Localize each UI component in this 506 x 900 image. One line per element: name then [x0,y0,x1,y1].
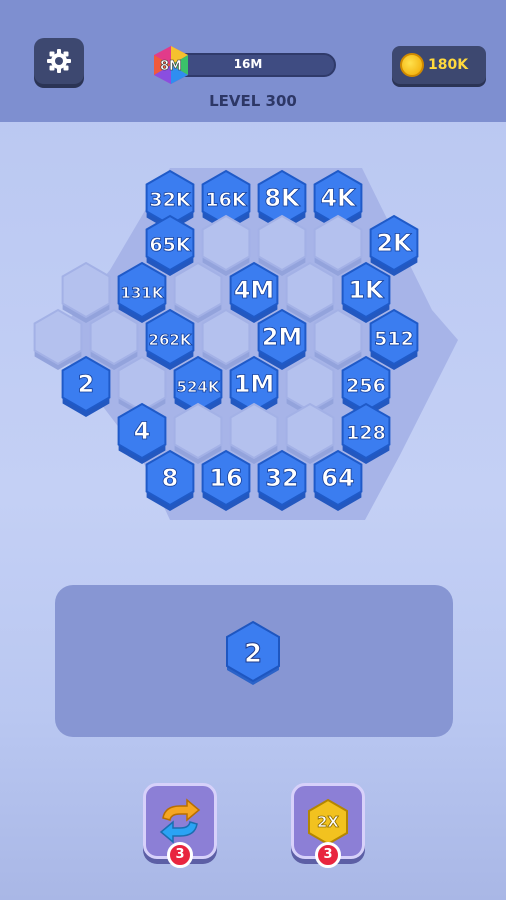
hex-tile-value: 65K [149,234,191,256]
hex-tile-value: 4M [234,276,275,304]
swap-booster-count: 3 [167,842,193,868]
hex-tile-value: 131K [121,284,165,302]
hex-tile-value: 128 [346,422,386,444]
hex-tile-value: 512 [374,328,414,350]
swap-booster-button[interactable]: 3 [143,783,217,868]
hex-tile-value: 32K [149,189,191,211]
double-booster-button[interactable]: 2X 3 [291,783,365,868]
hex-tile-value: 262K [149,331,193,349]
hex-tile[interactable]: 2 [61,355,111,417]
hex-tile-value: 16 [209,464,242,492]
double-hex-icon: 2X [308,798,348,846]
hex-tile-value: 32 [265,464,298,492]
hex-tile-value: 16K [205,189,247,211]
hex-tile-value: 1M [234,370,275,398]
hex-tile-value: 64 [321,464,354,492]
next-tile[interactable]: 2 [222,620,284,690]
hex-tile-value: 4K [320,184,357,212]
hex-tile-value: 524K [177,378,221,396]
hex-tile-value: 256 [346,375,386,397]
hex-tile-value: 2 [78,370,95,398]
next-tile-value: 2 [244,639,262,669]
hex-tile-value: 2K [376,229,413,257]
hex-tile-value: 4 [134,417,151,445]
hex-board: 32K 16K 8K 4K 65K 2K 131K 4M 1K 262K 2M 512 2 524K 1M 2… [33,168,458,520]
hex-tile-value: 8 [162,464,179,492]
double-booster-label: 2X [317,813,339,831]
hex-tile-value: 1K [348,276,385,304]
double-booster-count: 3 [315,842,341,868]
hex-tile-value: 2M [262,323,303,351]
hex-tile-value: 8K [264,184,301,212]
swap-arrows-icon [159,798,201,844]
